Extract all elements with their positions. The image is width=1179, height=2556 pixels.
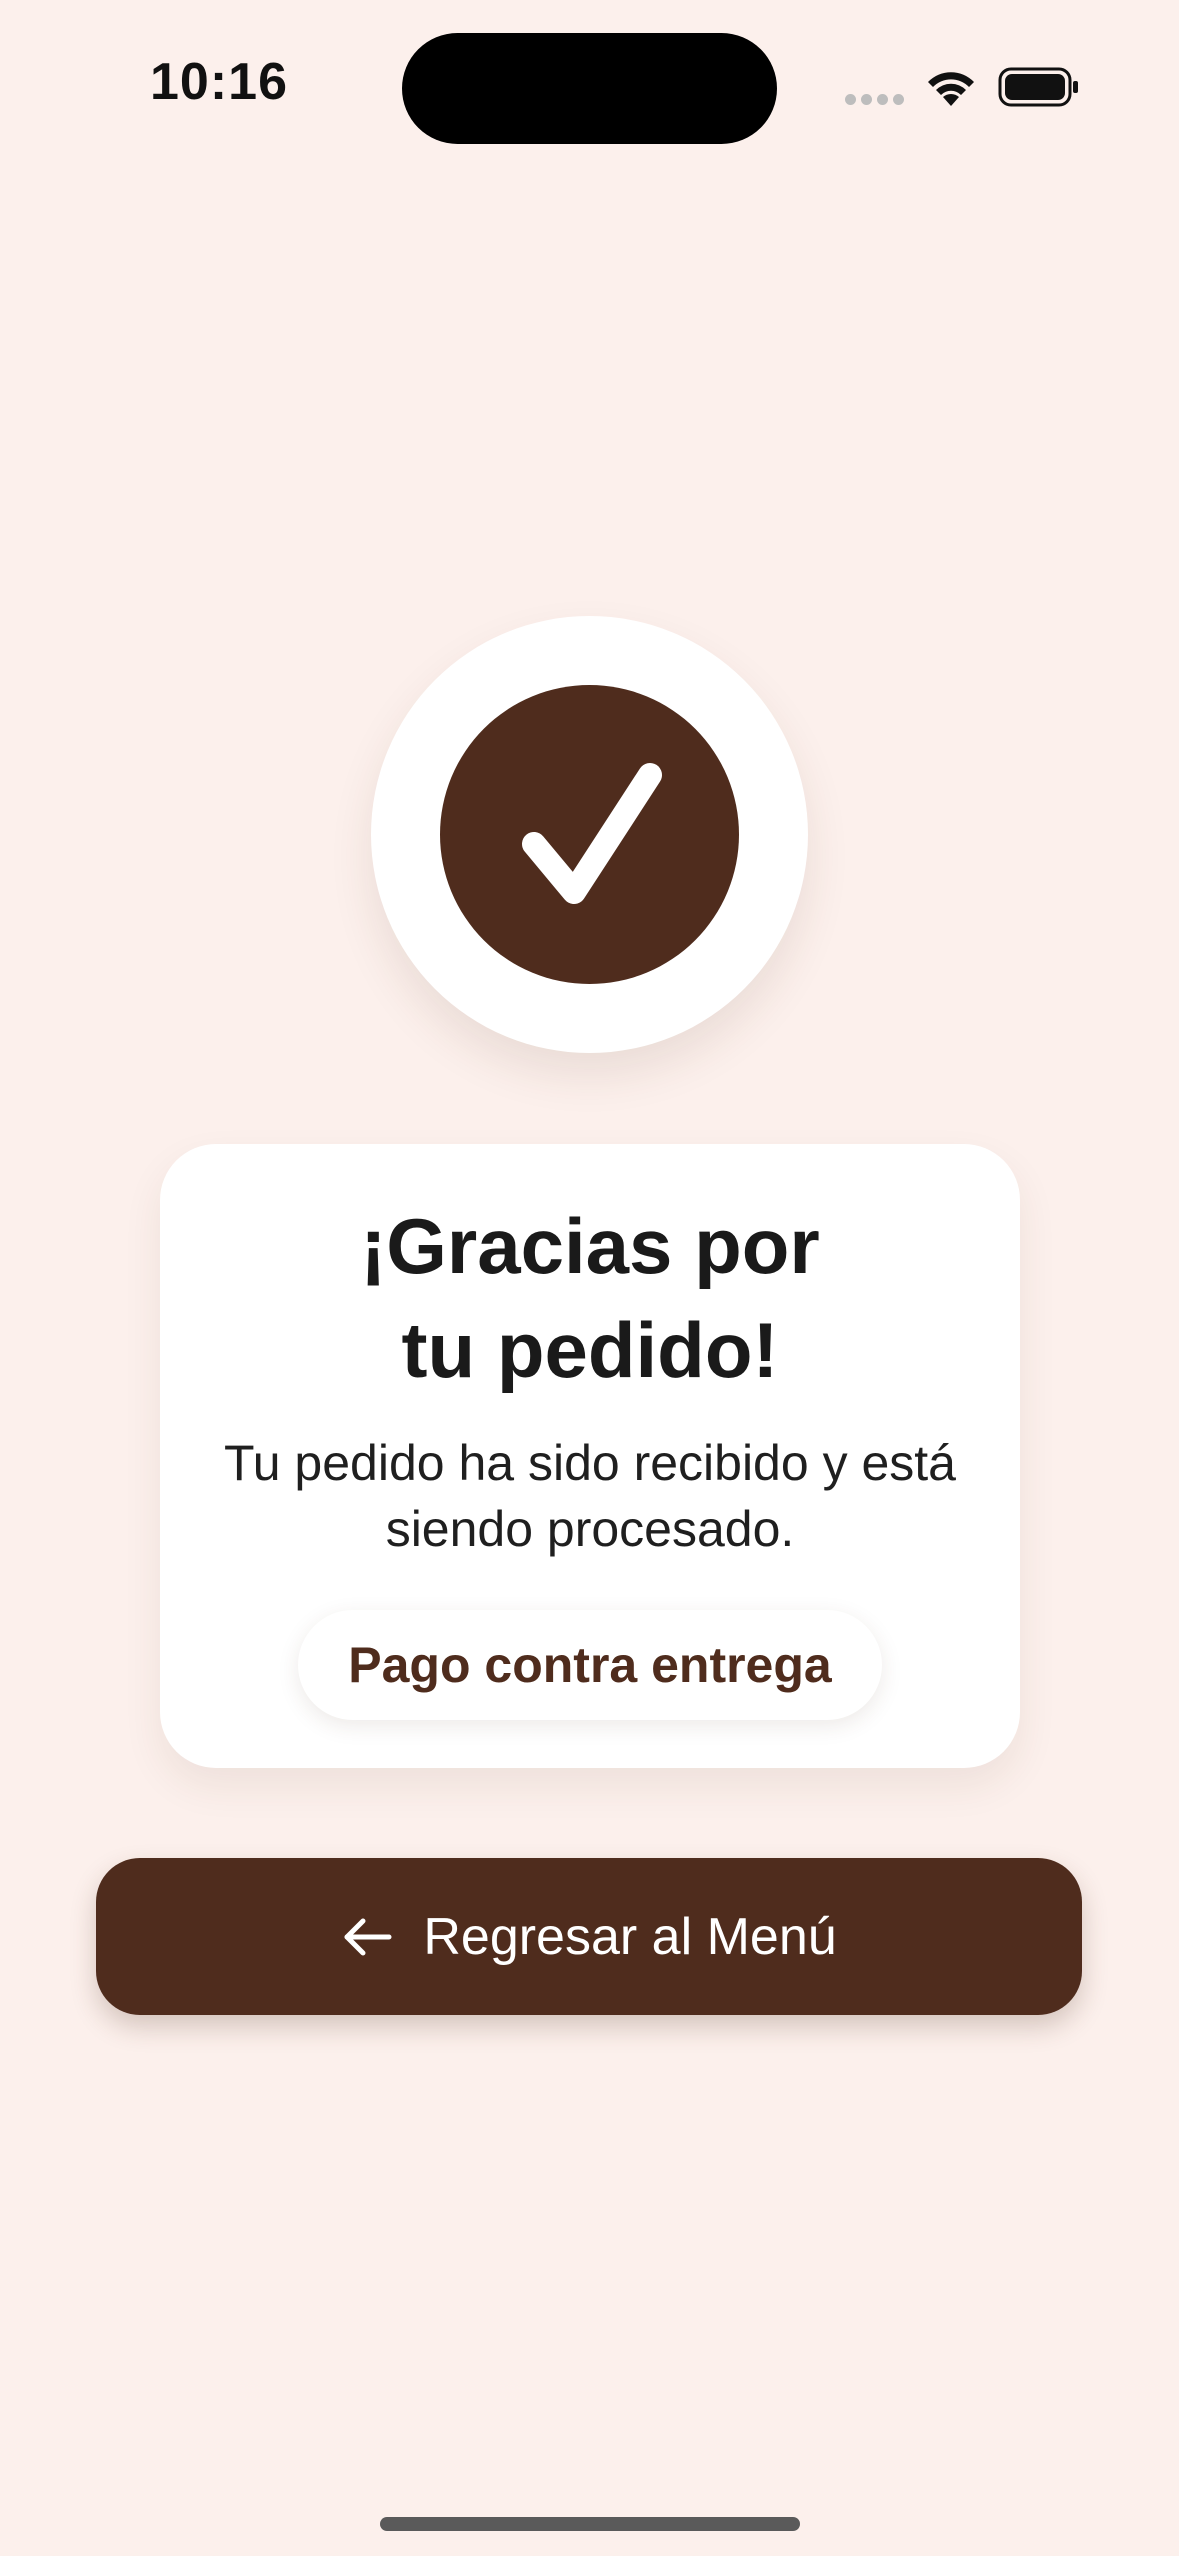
confirmation-title: ¡Gracias por tu pedido! xyxy=(160,1194,1020,1402)
confirmation-message-line1: Tu pedido ha sido recibido y está xyxy=(224,1435,956,1491)
wifi-icon xyxy=(928,72,974,106)
arrow-left-icon xyxy=(344,1918,392,1955)
success-badge xyxy=(371,616,808,1053)
success-badge-inner xyxy=(440,685,739,984)
confirmation-title-line1: ¡Gracias por xyxy=(360,1202,820,1290)
dynamic-island xyxy=(402,33,777,144)
battery-icon xyxy=(998,67,1078,107)
payment-method-badge: Pago contra entrega xyxy=(298,1610,882,1720)
status-bar: 10:16 xyxy=(0,0,1179,150)
back-to-menu-button[interactable]: Regresar al Menú xyxy=(96,1858,1082,2015)
confirmation-title-line2: tu pedido! xyxy=(401,1306,779,1394)
status-time: 10:16 xyxy=(150,53,288,111)
cellular-signal-icon xyxy=(845,94,905,106)
checkmark-icon xyxy=(522,763,662,904)
confirmation-message-line2: siendo procesado. xyxy=(385,1501,795,1557)
confirmation-message: Tu pedido ha sido recibido y está siendo… xyxy=(200,1430,980,1562)
back-to-menu-label: Regresar al Menú xyxy=(423,1907,837,1966)
home-indicator[interactable] xyxy=(380,2517,800,2531)
confirmation-card: ¡Gracias por tu pedido! Tu pedido ha sid… xyxy=(160,1144,1020,1768)
